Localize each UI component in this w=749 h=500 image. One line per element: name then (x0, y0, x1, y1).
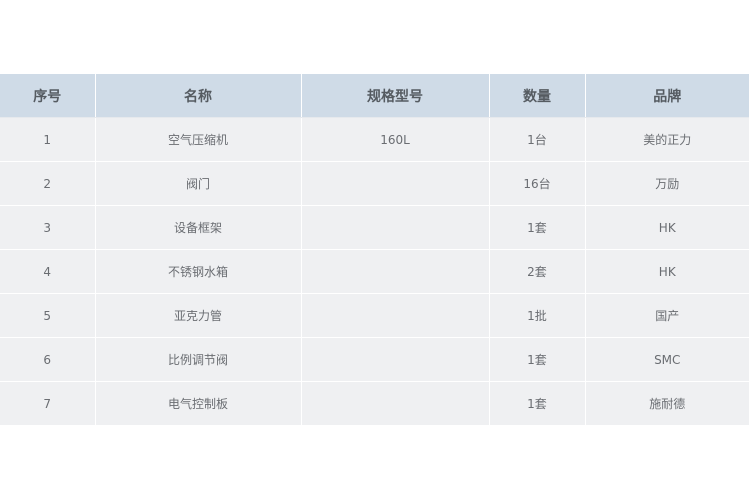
header-name: 名称 (95, 74, 302, 118)
table-row: 4 不锈钢水箱 2套 HK (0, 249, 749, 294)
cell-spec-model (301, 205, 490, 250)
cell-index: 1 (0, 117, 96, 162)
table-row: 3 设备框架 1套 HK (0, 205, 749, 250)
cell-spec-model (301, 249, 490, 294)
cell-quantity: 16台 (489, 161, 586, 206)
cell-brand: SMC (585, 337, 749, 382)
cell-spec-model: 160L (301, 117, 490, 162)
header-spec-model: 规格型号 (301, 74, 490, 118)
table-row: 5 亚克力管 1批 国产 (0, 293, 749, 338)
cell-quantity: 1套 (489, 337, 586, 382)
equipment-table: 序号 名称 规格型号 数量 品牌 1 空气压缩机 160L 1台 美的正力 2 … (0, 74, 749, 426)
equipment-table-container: 序号 名称 规格型号 数量 品牌 1 空气压缩机 160L 1台 美的正力 2 … (0, 74, 749, 426)
header-brand: 品牌 (585, 74, 749, 118)
cell-name: 电气控制板 (95, 381, 302, 426)
table-body: 1 空气压缩机 160L 1台 美的正力 2 阀门 16台 万励 3 设备框架 … (0, 117, 749, 426)
cell-index: 3 (0, 205, 96, 250)
cell-index: 4 (0, 249, 96, 294)
table-header: 序号 名称 规格型号 数量 品牌 (0, 74, 749, 118)
cell-brand: HK (585, 249, 749, 294)
cell-brand: HK (585, 205, 749, 250)
cell-name: 设备框架 (95, 205, 302, 250)
cell-spec-model (301, 337, 490, 382)
cell-quantity: 1套 (489, 205, 586, 250)
cell-spec-model (301, 161, 490, 206)
cell-index: 6 (0, 337, 96, 382)
cell-index: 2 (0, 161, 96, 206)
cell-name: 阀门 (95, 161, 302, 206)
cell-name: 不锈钢水箱 (95, 249, 302, 294)
cell-brand: 万励 (585, 161, 749, 206)
cell-spec-model (301, 293, 490, 338)
cell-quantity: 1台 (489, 117, 586, 162)
table-row: 6 比例调节阀 1套 SMC (0, 337, 749, 382)
cell-name: 比例调节阀 (95, 337, 302, 382)
cell-brand: 美的正力 (585, 117, 749, 162)
cell-quantity: 1套 (489, 381, 586, 426)
cell-quantity: 2套 (489, 249, 586, 294)
table-row: 1 空气压缩机 160L 1台 美的正力 (0, 117, 749, 162)
header-index: 序号 (0, 74, 96, 118)
cell-name: 空气压缩机 (95, 117, 302, 162)
cell-spec-model (301, 381, 490, 426)
cell-index: 7 (0, 381, 96, 426)
header-quantity: 数量 (489, 74, 586, 118)
table-row: 7 电气控制板 1套 施耐德 (0, 381, 749, 426)
cell-brand: 国产 (585, 293, 749, 338)
cell-name: 亚克力管 (95, 293, 302, 338)
cell-quantity: 1批 (489, 293, 586, 338)
cell-brand: 施耐德 (585, 381, 749, 426)
header-row: 序号 名称 规格型号 数量 品牌 (0, 74, 749, 118)
cell-index: 5 (0, 293, 96, 338)
table-row: 2 阀门 16台 万励 (0, 161, 749, 206)
